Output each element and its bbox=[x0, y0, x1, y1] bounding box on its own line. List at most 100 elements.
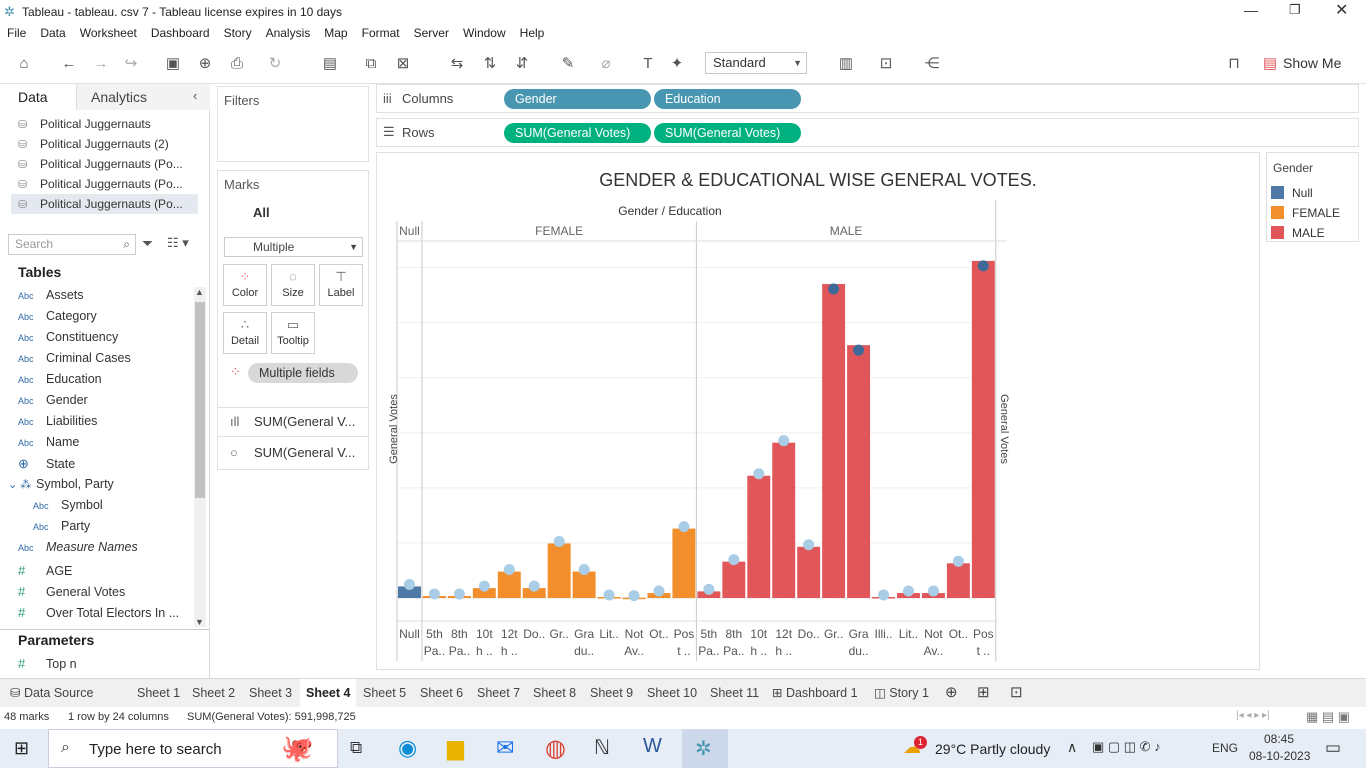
field-item[interactable]: Abc Criminal Cases bbox=[18, 348, 188, 369]
tableau-taskbar-button[interactable]: ✲ bbox=[682, 729, 728, 768]
circle-mark[interactable] bbox=[528, 580, 540, 592]
new-story-tab-icon[interactable]: ⊡ bbox=[1010, 679, 1023, 707]
legend-item[interactable]: FEMALE bbox=[1271, 204, 1340, 222]
field-item[interactable]: # AGE bbox=[18, 560, 188, 581]
file-explorer-icon[interactable]: ▆ bbox=[447, 735, 464, 761]
tab-story-1[interactable]: ◫ Story 1 bbox=[874, 679, 929, 707]
tab-data[interactable]: Data bbox=[0, 84, 76, 110]
undo-icon[interactable]: ← bbox=[59, 54, 79, 74]
circle-mark[interactable] bbox=[553, 535, 565, 547]
mail-icon[interactable]: ✉ bbox=[496, 735, 514, 761]
labels-icon[interactable]: T bbox=[638, 54, 658, 74]
sort-desc-icon[interactable]: ⇵ bbox=[512, 54, 532, 74]
datasource-item-active[interactable]: ⛁ Political Juggernauts (Po... bbox=[11, 194, 198, 214]
minimize-button[interactable]: — bbox=[1244, 2, 1258, 18]
multiple-fields-pill[interactable]: Multiple fields bbox=[248, 363, 358, 383]
pause-updates-icon[interactable]: ⎙ bbox=[227, 54, 247, 74]
pin-icon[interactable]: ✦ bbox=[667, 54, 687, 74]
scroll-up-icon[interactable]: ▲ bbox=[195, 287, 204, 297]
tab-sheet-10[interactable]: Sheet 10 bbox=[647, 679, 697, 707]
search-input[interactable]: Search ⌕ bbox=[8, 234, 136, 255]
scroll-down-icon[interactable]: ▼ bbox=[195, 617, 204, 627]
parameter-item[interactable]: # Top n bbox=[18, 653, 188, 674]
circle-mark[interactable] bbox=[853, 344, 865, 356]
close-button[interactable]: ✕ bbox=[1335, 0, 1348, 20]
circle-mark[interactable] bbox=[478, 580, 490, 592]
circle-mark[interactable] bbox=[828, 283, 840, 295]
circle-mark[interactable] bbox=[952, 555, 964, 567]
circle-mark[interactable] bbox=[628, 590, 640, 602]
menu-file[interactable]: File bbox=[0, 24, 33, 42]
new-dashboard-tab-icon[interactable]: ⊞ bbox=[977, 679, 990, 707]
show-cards-icon[interactable]: ▥ bbox=[836, 54, 856, 74]
tab-sheet-3[interactable]: Sheet 3 bbox=[249, 679, 292, 707]
field-item[interactable]: ⊕ State bbox=[18, 453, 188, 474]
clear-sheet-icon[interactable]: ⊠ bbox=[393, 54, 413, 74]
tab-sheet-9[interactable]: Sheet 9 bbox=[590, 679, 633, 707]
fit-select[interactable]: Standard ▼ bbox=[705, 52, 807, 74]
show-me-icon[interactable]: ▤ bbox=[1260, 54, 1280, 74]
bar[interactable] bbox=[547, 543, 571, 598]
field-item[interactable]: Abc Symbol bbox=[33, 495, 203, 516]
show-me-button[interactable]: Show Me bbox=[1283, 55, 1341, 71]
circle-mark[interactable] bbox=[403, 578, 415, 590]
tab-sheet-11[interactable]: Sheet 11 bbox=[710, 679, 759, 707]
circle-mark[interactable] bbox=[927, 585, 939, 597]
filter-icon[interactable]: ⏷ bbox=[142, 235, 153, 252]
bar[interactable] bbox=[722, 561, 746, 598]
chrome-icon[interactable]: ◍ bbox=[545, 734, 566, 763]
home-icon[interactable]: ⌂ bbox=[14, 54, 34, 74]
clock-date[interactable]: 08-10-2023 bbox=[1249, 749, 1310, 763]
presentation-icon[interactable]: ⊡ bbox=[876, 54, 896, 74]
rows-shelf[interactable]: ☰ Rows SUM(General Votes) SUM(General Vo… bbox=[376, 118, 1359, 147]
scrollbar-thumb[interactable] bbox=[195, 302, 205, 498]
bar[interactable] bbox=[822, 284, 846, 598]
tab-dashboard-1[interactable]: ⊞ Dashboard 1 bbox=[772, 679, 858, 707]
grid-view-icon[interactable]: ▦ ▤ ▣ bbox=[1306, 709, 1350, 725]
menu-analysis[interactable]: Analysis bbox=[259, 24, 318, 42]
tooltip-button[interactable]: ▭ Tooltip bbox=[271, 312, 315, 354]
highlight-icon[interactable]: ✎ bbox=[558, 54, 578, 74]
tab-sheet-1[interactable]: Sheet 1 bbox=[137, 679, 180, 707]
language-indicator[interactable]: ENG bbox=[1212, 741, 1238, 755]
circle-mark[interactable] bbox=[503, 564, 515, 576]
field-item[interactable]: Abc Education bbox=[18, 369, 188, 390]
field-item[interactable]: Abc Gender bbox=[18, 390, 188, 411]
new-worksheet-tab-icon[interactable]: ⊕ bbox=[945, 679, 958, 707]
field-item[interactable]: Abc Category bbox=[18, 306, 188, 327]
edge-icon[interactable]: ◉ bbox=[398, 735, 417, 761]
field-item[interactable]: Abc Constituency bbox=[18, 327, 188, 348]
field-item[interactable]: Abc Assets bbox=[18, 285, 188, 306]
field-item[interactable]: Abc Liabilities bbox=[18, 411, 188, 432]
menu-server[interactable]: Server bbox=[407, 24, 456, 42]
bar[interactable] bbox=[572, 571, 596, 598]
sort-asc-icon[interactable]: ⇅ bbox=[480, 54, 500, 74]
circle-mark[interactable] bbox=[428, 588, 440, 600]
swap-icon[interactable]: ⇆ bbox=[447, 54, 467, 74]
bar[interactable] bbox=[672, 528, 696, 598]
menu-dashboard[interactable]: Dashboard bbox=[144, 24, 217, 42]
mark-type-select[interactable]: Multiple ▼ bbox=[224, 237, 363, 257]
circle-mark[interactable] bbox=[703, 583, 715, 595]
tab-sheet-2[interactable]: Sheet 2 bbox=[192, 679, 235, 707]
circle-mark[interactable] bbox=[653, 585, 665, 597]
windows-start-icon[interactable]: ⊞ bbox=[14, 738, 29, 759]
tab-data-source[interactable]: ⛁ Data Source bbox=[10, 679, 93, 707]
detail-button[interactable]: ∴ Detail bbox=[223, 312, 267, 354]
duplicate-sheet-icon[interactable]: ⧉ bbox=[361, 54, 381, 74]
legend-item[interactable]: MALE bbox=[1271, 224, 1325, 242]
marks-layer-bar[interactable]: ıll SUM(General V... bbox=[218, 407, 368, 437]
circle-mark[interactable] bbox=[902, 585, 914, 597]
circle-mark[interactable] bbox=[453, 588, 465, 600]
size-button[interactable]: ◌ Size bbox=[271, 264, 315, 306]
bar[interactable] bbox=[772, 442, 796, 598]
filters-card[interactable]: Filters bbox=[217, 86, 369, 162]
datasource-item[interactable]: ⛁ Political Juggernauts (Po... bbox=[18, 154, 198, 174]
save-icon[interactable]: ▣ bbox=[163, 54, 183, 74]
format-icon[interactable]: ⊓ bbox=[1224, 54, 1244, 74]
columns-shelf[interactable]: iii Columns Gender Education bbox=[376, 84, 1359, 113]
circle-mark[interactable] bbox=[678, 521, 690, 533]
redo-icon[interactable]: → bbox=[91, 54, 111, 74]
weather-text[interactable]: 29°C Partly cloudy bbox=[935, 741, 1050, 757]
tab-sheet-4[interactable]: Sheet 4 bbox=[300, 679, 356, 707]
